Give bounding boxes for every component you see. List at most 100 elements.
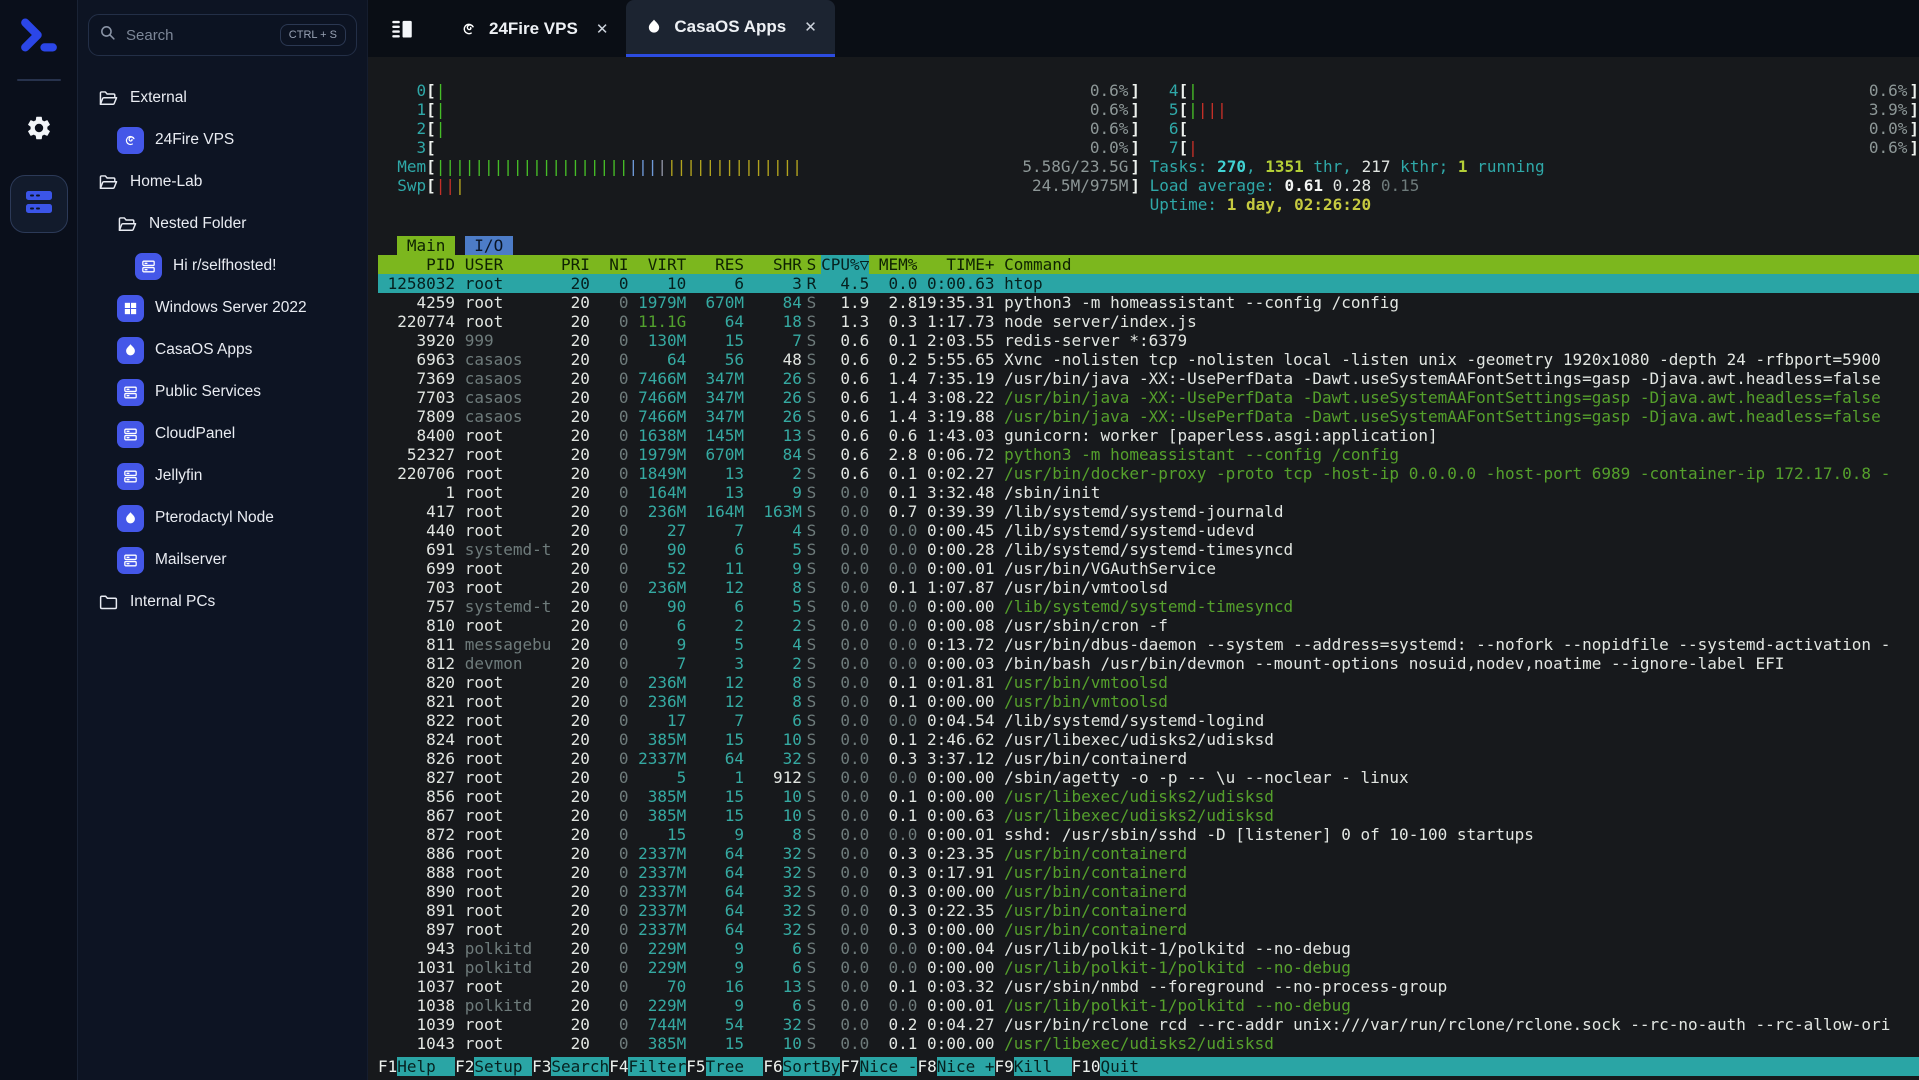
process-row[interactable]: 872root2001542094368108S0.00.00:00.01ssh… [378, 825, 1919, 844]
column-header-virt[interactable]: VIRT [628, 255, 686, 274]
process-row[interactable]: 812devmon200745236242984S0.00.00:00.03/b… [378, 654, 1919, 673]
process-row[interactable]: 891root2002337M6402032884S0.00.30:22.35/… [378, 901, 1919, 920]
close-icon[interactable]: ✕ [596, 20, 609, 38]
process-row[interactable]: 810root200660826162372S0.00.00:00.08/usr… [378, 616, 1919, 635]
process-row[interactable]: 7703casaos2007466M347M26336S0.61.43:08.2… [378, 388, 1919, 407]
column-header-pid[interactable]: PID [378, 255, 455, 274]
search-box[interactable]: CTRL + S [88, 14, 357, 56]
tab-24fire-vps[interactable]: 24Fire VPS✕ [441, 0, 626, 57]
sidebar-item-24fire-vps[interactable]: 24Fire VPS [88, 119, 357, 161]
process-row[interactable]: 867root200385M1509210452S0.00.10:00.63/u… [378, 806, 1919, 825]
fkey-nice-button[interactable]: Nice + [937, 1057, 995, 1076]
cell-shr: 8108 [744, 825, 802, 844]
cell-time: 0:23.35 [917, 844, 994, 863]
settings-gear-icon[interactable] [24, 113, 54, 143]
fkey-kill-button[interactable]: Kill [1014, 1057, 1072, 1076]
cell-cpu: 0.0 [821, 882, 869, 901]
sidebar-item-jellyfin[interactable]: Jellyfin [88, 455, 357, 497]
process-row[interactable]: 943polkitd200229M94326664S0.00.00:00.04/… [378, 939, 1919, 958]
column-header-pri[interactable]: PRI [551, 255, 590, 274]
process-row[interactable]: 757systemd-ti2009006865965720S0.00.00:00… [378, 597, 1919, 616]
search-input[interactable] [124, 26, 272, 45]
process-row[interactable]: 6963casaos200641685650848S0.60.25:55.65X… [378, 350, 1919, 369]
process-row[interactable]: 7369casaos2007466M347M26336S0.61.47:35.1… [378, 369, 1919, 388]
sidebar-item-external[interactable]: External [88, 77, 357, 119]
nav-servers-button[interactable] [10, 175, 68, 233]
process-row[interactable]: 52327root2001979M670M84172S0.62.80:06.72… [378, 445, 1919, 464]
tab-casaos-apps[interactable]: CasaOS Apps✕ [626, 0, 834, 57]
process-row[interactable]: 8400root2001638M145M13928S0.60.61:43.03g… [378, 426, 1919, 445]
sidebar-item-casaos-apps[interactable]: CasaOS Apps [88, 329, 357, 371]
process-row[interactable]: 822root2001718078966848S0.00.00:04.54/li… [378, 711, 1919, 730]
process-row[interactable]: 417root200236M164M163MS0.00.70:39.39/lib… [378, 502, 1919, 521]
column-header-time[interactable]: TIME+ [917, 255, 994, 274]
process-row[interactable]: 888root2002337M6402032884S0.00.30:17.91/… [378, 863, 1919, 882]
column-header-shr[interactable]: SHR [744, 255, 802, 274]
process-row[interactable]: 220706root2001849M132642720S0.60.10:02.2… [378, 464, 1919, 483]
sidebar-toggle-icon[interactable] [389, 16, 415, 42]
cell-ni: 0 [590, 616, 629, 635]
process-row[interactable]: 826root2002337M6402032884S0.00.33:37.12/… [378, 749, 1919, 768]
process-row[interactable]: 1root200164M130529240S0.00.13:32.48/sbin… [378, 483, 1919, 502]
sidebar-item-pterodactyl-node[interactable]: Pterodactyl Node [88, 497, 357, 539]
fkey-filter-button[interactable]: Filter [628, 1057, 686, 1076]
process-row[interactable]: 4259root2001979M670M84172S1.92.819:35.31… [378, 293, 1919, 312]
process-row[interactable]: 691systemd-ti2009006865965720S0.00.00:00… [378, 540, 1919, 559]
sidebar-item-hi-r-selfhosted[interactable]: Hi r/selfhosted! [88, 245, 357, 287]
sidebar-item-internal-pcs[interactable]: Internal PCs [88, 581, 357, 623]
cell-mem: 0.1 [869, 787, 917, 806]
process-row[interactable]: 890root2002337M6402032884S0.00.30:00.00/… [378, 882, 1919, 901]
cell-ni: 0 [590, 730, 629, 749]
column-header-mem[interactable]: MEM% [869, 255, 917, 274]
fkey-quit-button[interactable]: Quit [1100, 1057, 1158, 1076]
sidebar-item-mailserver[interactable]: Mailserver [88, 539, 357, 581]
sidebar-item-windows-server-2022[interactable]: Windows Server 2022 [88, 287, 357, 329]
process-row[interactable]: 440root2002770076364716S0.00.00:00.45/li… [378, 521, 1919, 540]
sidebar-item-public-services[interactable]: Public Services [88, 371, 357, 413]
process-row[interactable]: 811messagebus200996455804376S0.00.00:13.… [378, 635, 1919, 654]
sidebar-item-nested-folder[interactable]: Nested Folder [88, 203, 357, 245]
htop-tab-i-o[interactable]: I/O [465, 236, 513, 255]
htop-tab-main[interactable]: Main [397, 236, 455, 255]
sidebar-item-cloudpanel[interactable]: CloudPanel [88, 413, 357, 455]
process-row[interactable]: 824root200385M1509210452S0.00.12:46.62/u… [378, 730, 1919, 749]
fkey-setup-button[interactable]: Setup [474, 1057, 532, 1076]
table-header-row[interactable]: PIDUSERPRINIVIRTRESSHRSCPU%▽MEM%TIME+Com… [378, 255, 1919, 274]
fkey-search-button[interactable]: Search [551, 1057, 609, 1076]
process-row[interactable]: 1258032root2001063666803584R4.50.00:00.6… [378, 274, 1919, 293]
process-row[interactable]: 897root2002337M6402032884S0.00.30:00.00/… [378, 920, 1919, 939]
process-row[interactable]: 7809casaos2007466M347M26336S0.61.43:19.8… [378, 407, 1919, 426]
fkey-nice-button[interactable]: Nice - [860, 1057, 918, 1076]
column-header-cpu[interactable]: CPU%▽ [821, 255, 869, 274]
column-header-user[interactable]: USER [455, 255, 551, 274]
column-header-command[interactable]: Command [994, 255, 1919, 274]
process-row[interactable]: 699root20052520111249568S0.00.00:00.01/u… [378, 559, 1919, 578]
close-icon[interactable]: ✕ [804, 18, 817, 36]
fkey-help-button[interactable]: Help [397, 1057, 455, 1076]
sidebar-item-home-lab[interactable]: Home-Lab [88, 161, 357, 203]
cell-command: /usr/bin/containerd [994, 749, 1919, 768]
process-row[interactable]: 1037root200706961641213876S0.00.10:03.32… [378, 977, 1919, 996]
process-row[interactable]: 220774root20011.1G6485218452S1.30.31:17.… [378, 312, 1919, 331]
process-row[interactable]: 827root20058721000912S0.00.00:00.00/sbin… [378, 768, 1919, 787]
fkey-tree-button[interactable]: Tree [706, 1057, 764, 1076]
process-row[interactable]: 3920999200130M150167716S0.60.12:03.55red… [378, 331, 1919, 350]
process-row[interactable]: 1038polkitd200229M94326664S0.00.00:00.01… [378, 996, 1919, 1015]
fkey-sortby-button[interactable]: SortBy [783, 1057, 841, 1076]
folder-open-icon [98, 172, 119, 193]
column-header-res[interactable]: RES [686, 255, 744, 274]
process-row[interactable]: 821root200236M125288400S0.00.10:00.00/us… [378, 692, 1919, 711]
process-row[interactable]: 703root200236M125288400S0.00.11:07.87/us… [378, 578, 1919, 597]
process-row[interactable]: 1031polkitd200229M94326664S0.00.00:00.00… [378, 958, 1919, 977]
process-row[interactable]: 1043root200385M1509210452S0.00.10:00.00/… [378, 1034, 1919, 1053]
cell-command: /usr/bin/dbus-daemon --system --address=… [994, 635, 1919, 654]
droplet-icon [117, 337, 144, 364]
column-header-s[interactable]: S [802, 255, 821, 274]
process-row[interactable]: 820root200236M125288400S0.00.10:01.81/us… [378, 673, 1919, 692]
process-row[interactable]: 856root200385M1509210452S0.00.10:00.00/u… [378, 787, 1919, 806]
cell-state: S [802, 616, 821, 635]
column-header-ni[interactable]: NI [590, 255, 629, 274]
process-row[interactable]: 886root2002337M6402032884S0.00.30:23.35/… [378, 844, 1919, 863]
cell-state: S [802, 673, 821, 692]
process-row[interactable]: 1039root200744M5403232508S0.00.20:04.27/… [378, 1015, 1919, 1034]
